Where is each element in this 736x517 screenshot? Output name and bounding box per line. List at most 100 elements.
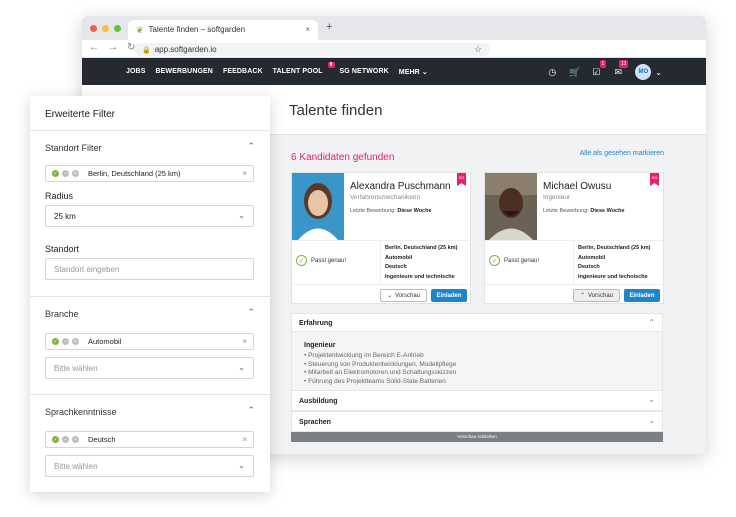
mail-badge: 13 — [618, 59, 629, 68]
chevron-down-icon: ⌄ — [648, 416, 655, 425]
minimize-window-dot[interactable] — [102, 25, 109, 32]
url-text: app.softgarden.io — [154, 45, 217, 54]
include-check-icon[interactable]: ✓ — [52, 338, 59, 345]
preview-button[interactable]: ⌃ Vorschau — [573, 289, 620, 302]
candidate-photo — [485, 173, 537, 240]
preview-label: Vorschau — [395, 292, 421, 299]
include-check-icon[interactable]: ✓ — [52, 170, 59, 177]
url-field[interactable]: 🔒 app.softgarden.io ☆ — [134, 43, 490, 56]
cart-icon[interactable]: 🛒 — [569, 67, 580, 78]
clear-x-icon[interactable]: × — [72, 170, 79, 177]
accordion-languages[interactable]: Sprachen ⌄ — [291, 411, 663, 432]
chevron-up-icon[interactable]: ⌃ — [247, 405, 255, 416]
industry-section-title[interactable]: Branche — [45, 309, 79, 319]
avatar[interactable]: MO — [635, 64, 652, 80]
standort-label: Standort — [45, 244, 80, 254]
mail-icon[interactable]: ✉ 13 — [613, 59, 629, 78]
location-section-title[interactable]: Standort Filter — [45, 143, 102, 153]
language-section-title[interactable]: Sprachkenntnisse — [45, 407, 117, 417]
lock-icon: 🔒 — [142, 47, 151, 54]
chevron-up-icon: ⌃ — [648, 318, 655, 327]
candidate-card[interactable]: Alexandra Puschmann Verfahrensmechaniker… — [291, 172, 471, 304]
list-item: Führung des Projektteams Solid-State Bat… — [304, 378, 650, 387]
industry-filter-section: Branche ⌃ ✓ − × Automobil × Bitte wählen… — [30, 297, 270, 395]
back-icon[interactable]: ← — [89, 42, 99, 53]
nav-mehr[interactable]: MEHR ⌄ — [399, 68, 428, 76]
radius-select[interactable]: 25 km ⌄ — [45, 205, 254, 227]
clear-x-icon[interactable]: × — [72, 436, 79, 443]
candidate-facts: Berlin, Deutschland (25 km) Automobil De… — [380, 240, 472, 284]
standort-input[interactable]: Standort eingeben — [45, 258, 254, 280]
candidate-name[interactable]: Michael Owusu — [543, 181, 611, 192]
fact-industry: Automobil — [578, 254, 606, 261]
close-preview-bar[interactable]: Vorschau schließen — [291, 432, 663, 442]
chevron-up-icon[interactable]: ⌃ — [247, 307, 255, 318]
remove-chip-icon[interactable]: × — [242, 169, 247, 178]
location-chip-label: Berlin, Deutschland (25 km) — [88, 169, 181, 178]
language-select-placeholder: Bitte wählen — [54, 462, 98, 471]
remove-chip-icon[interactable]: × — [242, 337, 247, 346]
exclude-icon[interactable]: − — [62, 436, 69, 443]
accordion-languages-title: Sprachen — [299, 419, 331, 426]
radius-select-value: 25 km — [54, 212, 76, 221]
nav-bewerbungen[interactable]: BEWERBUNGEN — [155, 68, 213, 76]
location-filter-section: Standort Filter ⌃ ✓ − × Berlin, Deutschl… — [30, 131, 270, 297]
check-circle-icon: ✓ — [296, 255, 307, 266]
nav-talent-pool[interactable]: TALENT POOL 9 — [272, 62, 335, 76]
remove-chip-icon[interactable]: × — [242, 435, 247, 444]
language-select[interactable]: Bitte wählen ⌄ — [45, 455, 254, 477]
new-tab-button[interactable]: + — [326, 21, 332, 33]
forward-icon[interactable]: → — [108, 42, 118, 53]
exclude-icon[interactable]: − — [62, 170, 69, 177]
chevron-down-icon: ⌄ — [238, 461, 245, 470]
list-item: Projektentwicklung im Bereich E-Antrieb — [304, 352, 650, 361]
fact-location: Berlin, Deutschland (25 km) — [385, 245, 458, 251]
accordion-experience[interactable]: Erfahrung ⌃ — [291, 313, 663, 332]
accordion-education[interactable]: Ausbildung ⌄ — [291, 390, 663, 411]
exclude-icon[interactable]: − — [62, 338, 69, 345]
list-item: Mitarbeit an Elektromotoren und Schaltun… — [304, 369, 650, 378]
tasks-icon[interactable]: ☑ 1 — [591, 59, 607, 78]
nav-sg-network[interactable]: SG NETWORK — [340, 68, 389, 76]
mark-all-seen-link[interactable]: Alle als gesehen markieren — [580, 150, 664, 157]
candidate-card[interactable]: Michael Owusu Ingenieur Letzte Bewerbung… — [484, 172, 664, 304]
include-check-icon[interactable]: ✓ — [52, 436, 59, 443]
nav-talent-pool-label: TALENT POOL — [272, 68, 323, 75]
chevron-up-icon: ⌃ — [579, 293, 585, 299]
main-nav: JOBS BEWERBUNGEN FEEDBACK TALENT POOL 9 S… — [126, 62, 428, 76]
avatar-chevron-down-icon[interactable]: ⌄ — [655, 68, 662, 77]
experience-list: Projektentwicklung im Bereich E-Antrieb … — [304, 352, 650, 386]
browser-tab[interactable]: ❦ Talente finden – softgarden × — [128, 20, 318, 40]
clear-x-icon[interactable]: × — [72, 338, 79, 345]
match-status: ✓ Passt genau! — [489, 255, 539, 266]
maximize-window-dot[interactable] — [114, 25, 121, 32]
nav-actions: ◷ 🛒 ☑ 1 ✉ 13 MO ⌄ — [547, 59, 662, 80]
close-window-dot[interactable] — [90, 25, 97, 32]
last-application-value: Diese Woche — [397, 208, 432, 214]
page-title: Talente finden — [289, 102, 383, 119]
preview-label: Vorschau — [588, 292, 614, 299]
chevron-down-icon: ⌄ — [238, 211, 245, 220]
last-application-label: Letzte Bewerbung: — [543, 208, 589, 214]
preview-button[interactable]: ⌄ Vorschau — [380, 289, 427, 302]
chevron-up-icon[interactable]: ⌃ — [247, 141, 255, 152]
last-application-value: Diese Woche — [590, 208, 625, 214]
invite-button[interactable]: Einladen — [431, 289, 467, 302]
candidate-name[interactable]: Alexandra Puschmann — [350, 181, 451, 192]
invite-button[interactable]: Einladen — [624, 289, 660, 302]
match-label: Passt genau! — [504, 257, 540, 264]
chevron-down-icon: ⌄ — [238, 363, 245, 372]
industry-select[interactable]: Bitte wählen ⌄ — [45, 357, 254, 379]
language-filter-section: Sprachkenntnisse ⌃ ✓ − × Deutsch × Bitte… — [30, 395, 270, 492]
nav-jobs[interactable]: JOBS — [126, 68, 145, 76]
window-controls — [90, 25, 121, 32]
clock-icon[interactable]: ◷ — [547, 67, 557, 78]
nav-feedback[interactable]: FEEDBACK — [223, 68, 263, 76]
bookmark-star-icon[interactable]: ☆ — [474, 44, 482, 55]
candidate-preview: Erfahrung ⌃ Ingenieur Projektentwicklung … — [291, 313, 663, 447]
close-tab-icon[interactable]: × — [305, 25, 310, 40]
candidate-role: Ingenieur — [543, 194, 571, 201]
check-circle-icon: ✓ — [489, 255, 500, 266]
talent-pool-badge: 9 — [327, 62, 335, 68]
experience-job-title: Ingenieur — [304, 342, 336, 349]
